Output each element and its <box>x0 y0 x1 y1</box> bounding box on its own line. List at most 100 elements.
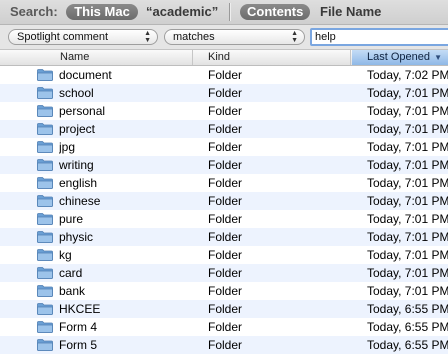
row-name: pure <box>59 212 84 226</box>
row-kind: Folder <box>208 104 243 118</box>
popup-arrows-icon: ▲ ▼ <box>291 30 298 44</box>
row-name: document <box>59 68 112 82</box>
sort-arrow-icon: ▼ <box>434 53 442 62</box>
attribute-popup-label: Spotlight comment <box>17 31 109 43</box>
column-header-name[interactable]: Name <box>0 50 193 65</box>
row-name: Form 5 <box>59 338 98 352</box>
row-last-opened: Today, 7:02 PM <box>367 68 448 82</box>
table-row[interactable]: english Folder Today, 7:01 PM <box>0 174 448 192</box>
folder-icon <box>37 318 54 336</box>
column-header-last-opened[interactable]: Last Opened ▼ <box>352 50 448 65</box>
row-kind: Folder <box>208 68 243 82</box>
contents-scope-button[interactable]: Contents <box>240 4 310 20</box>
folder-icon <box>37 84 54 102</box>
column-header-row: Name Kind Last Opened ▼ <box>0 50 448 66</box>
table-row[interactable]: HKCEE Folder Today, 6:55 PM <box>0 300 448 318</box>
table-row[interactable]: chinese Folder Today, 7:01 PM <box>0 192 448 210</box>
row-kind: Folder <box>208 266 243 280</box>
folder-icon <box>37 246 54 264</box>
folder-icon <box>37 174 54 192</box>
folder-icon <box>37 336 54 354</box>
row-kind: Folder <box>208 248 243 262</box>
operator-popup-label: matches <box>173 31 215 43</box>
row-kind: Folder <box>208 176 243 190</box>
row-kind: Folder <box>208 338 243 352</box>
table-row[interactable]: personal Folder Today, 7:01 PM <box>0 102 448 120</box>
row-name: card <box>59 266 83 280</box>
row-name: personal <box>59 104 106 118</box>
table-row[interactable]: Form 4 Folder Today, 6:55 PM <box>0 318 448 336</box>
row-name: HKCEE <box>59 302 101 316</box>
row-last-opened: Today, 7:01 PM <box>367 284 448 298</box>
row-kind: Folder <box>208 284 243 298</box>
folder-icon <box>37 138 54 156</box>
folder-icon <box>37 264 54 282</box>
column-header-last-opened-label: Last Opened <box>367 51 430 63</box>
column-header-kind[interactable]: Kind <box>193 50 351 65</box>
folder-icon <box>37 156 54 174</box>
row-last-opened: Today, 7:01 PM <box>367 86 448 100</box>
row-last-opened: Today, 6:55 PM <box>367 302 448 316</box>
academic-scope-button[interactable]: “academic” <box>146 4 218 20</box>
table-row[interactable]: pure Folder Today, 7:01 PM <box>0 210 448 228</box>
row-name: jpg <box>59 140 76 154</box>
folder-icon <box>37 192 54 210</box>
row-last-opened: Today, 7:01 PM <box>367 122 448 136</box>
table-row[interactable]: document Folder Today, 7:02 PM <box>0 66 448 84</box>
table-row[interactable]: Form 5 Folder Today, 6:55 PM <box>0 336 448 354</box>
folder-icon <box>37 282 54 300</box>
row-kind: Folder <box>208 140 243 154</box>
attribute-popup[interactable]: Spotlight comment ▲ ▼ <box>8 29 158 45</box>
row-last-opened: Today, 7:01 PM <box>367 212 448 226</box>
table-row[interactable]: project Folder Today, 7:01 PM <box>0 120 448 138</box>
search-criteria-row: Spotlight comment ▲ ▼ matches ▲ ▼ help <box>0 25 448 50</box>
row-kind: Folder <box>208 230 243 244</box>
row-last-opened: Today, 7:01 PM <box>367 248 448 262</box>
row-name: physic <box>59 230 94 244</box>
operator-popup[interactable]: matches ▲ ▼ <box>164 29 305 45</box>
row-kind: Folder <box>208 302 243 316</box>
row-last-opened: Today, 7:01 PM <box>367 158 448 172</box>
file-name-scope-button[interactable]: File Name <box>320 4 381 20</box>
row-last-opened: Today, 7:01 PM <box>367 176 448 190</box>
scope-divider <box>229 3 230 21</box>
row-name: bank <box>59 284 86 298</box>
popup-arrows-icon: ▲ ▼ <box>144 30 151 44</box>
table-row[interactable]: writing Folder Today, 7:01 PM <box>0 156 448 174</box>
search-scope-bar: Search: This Mac “academic” Contents Fil… <box>0 0 448 25</box>
row-last-opened: Today, 7:01 PM <box>367 266 448 280</box>
search-label: Search: <box>10 4 58 19</box>
table-row[interactable]: jpg Folder Today, 7:01 PM <box>0 138 448 156</box>
table-row[interactable]: school Folder Today, 7:01 PM <box>0 84 448 102</box>
row-name: school <box>59 86 94 100</box>
row-kind: Folder <box>208 320 243 334</box>
row-name: chinese <box>59 194 101 208</box>
folder-icon <box>37 66 54 84</box>
row-kind: Folder <box>208 86 243 100</box>
row-name: english <box>59 176 98 190</box>
folder-icon <box>37 120 54 138</box>
row-last-opened: Today, 7:01 PM <box>367 140 448 154</box>
row-kind: Folder <box>208 158 243 172</box>
row-kind: Folder <box>208 194 243 208</box>
row-name: project <box>59 122 96 136</box>
criteria-value-field[interactable]: help <box>310 28 448 46</box>
folder-icon <box>37 102 54 120</box>
results-list: document Folder Today, 7:02 PM school Folder… <box>0 66 448 355</box>
table-row[interactable]: kg Folder Today, 7:01 PM <box>0 246 448 264</box>
row-kind: Folder <box>208 212 243 226</box>
row-name: Form 4 <box>59 320 98 334</box>
table-row[interactable]: bank Folder Today, 7:01 PM <box>0 282 448 300</box>
this-mac-scope-button[interactable]: This Mac <box>66 4 138 20</box>
row-last-opened: Today, 7:01 PM <box>367 104 448 118</box>
folder-icon <box>37 300 54 318</box>
row-kind: Folder <box>208 122 243 136</box>
table-row[interactable]: physic Folder Today, 7:01 PM <box>0 228 448 246</box>
row-last-opened: Today, 7:01 PM <box>367 194 448 208</box>
folder-icon <box>37 228 54 246</box>
folder-icon <box>37 210 54 228</box>
row-last-opened: Today, 7:01 PM <box>367 230 448 244</box>
table-row[interactable]: card Folder Today, 7:01 PM <box>0 264 448 282</box>
row-last-opened: Today, 6:55 PM <box>367 320 448 334</box>
row-name: writing <box>59 158 94 172</box>
